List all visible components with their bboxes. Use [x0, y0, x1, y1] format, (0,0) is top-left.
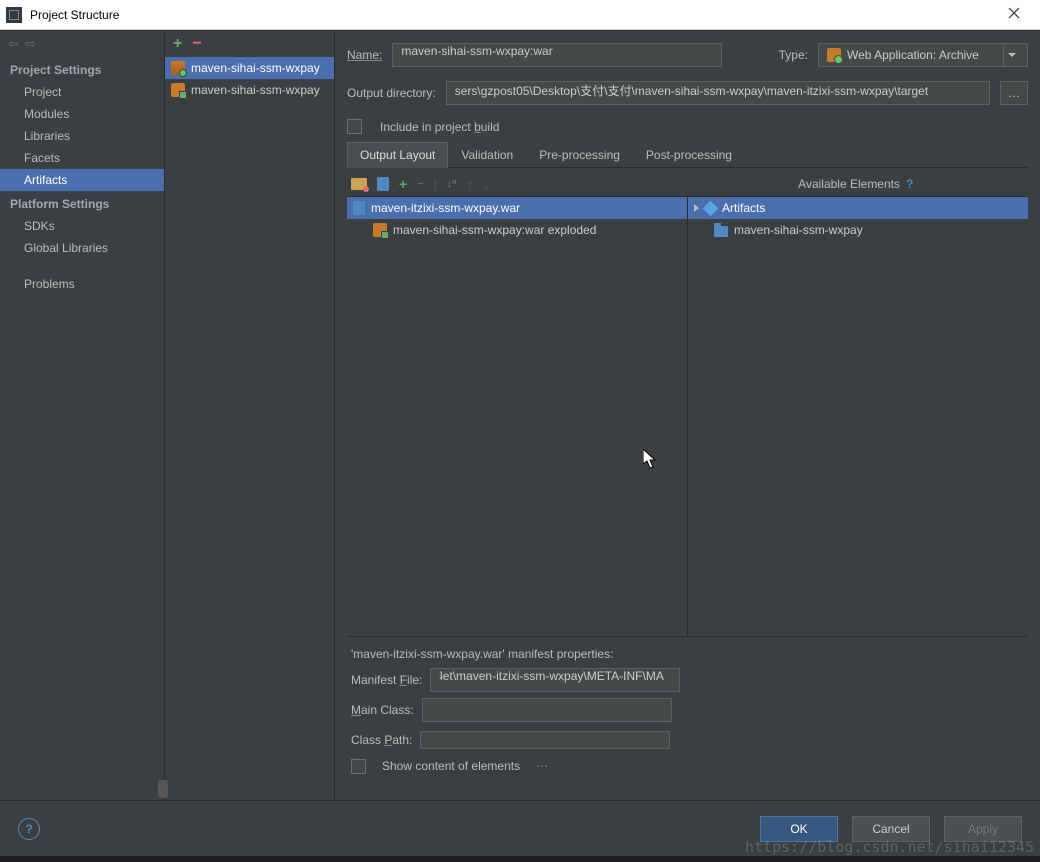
main-class-label: Main Class:	[351, 703, 414, 717]
nav-item-facets[interactable]: Facets	[0, 147, 164, 169]
window-close-button[interactable]	[994, 7, 1034, 22]
output-layout-toolbar: + − | ↓ª ↑ ↓ Available Elements ?	[347, 172, 1028, 196]
app-icon	[6, 7, 22, 23]
type-label: Type:	[779, 48, 808, 62]
sort-icon[interactable]: ↓ª	[447, 178, 457, 190]
tab-preprocessing[interactable]: Pre-processing	[526, 142, 633, 167]
available-row-label: maven-sihai-ssm-wxpay	[734, 223, 863, 237]
show-content-checkbox[interactable]	[351, 759, 366, 774]
main-class-input[interactable]	[422, 698, 672, 722]
module-icon	[714, 226, 728, 237]
cancel-button[interactable]: Cancel	[852, 816, 930, 842]
tree-row-exploded[interactable]: maven-sihai-ssm-wxpay:war exploded	[347, 219, 687, 241]
exploded-icon	[373, 223, 387, 237]
nav-item-artifacts[interactable]: Artifacts	[0, 169, 164, 191]
available-elements-tree[interactable]: Artifacts maven-sihai-ssm-wxpay	[688, 197, 1028, 636]
available-elements-label: Available Elements	[798, 177, 900, 191]
include-build-label: Include in project build	[380, 120, 499, 134]
nav-item-problems[interactable]: Problems	[0, 273, 164, 295]
apply-button[interactable]: Apply	[944, 816, 1022, 842]
move-down-icon[interactable]: ↓	[483, 177, 490, 192]
expand-icon[interactable]	[694, 204, 699, 212]
nav-group-project-settings: Project Settings	[0, 57, 164, 81]
titlebar: Project Structure	[0, 0, 1040, 30]
dialog-body: ⇦ ⇨ Project Settings Project Modules Lib…	[0, 30, 1040, 800]
tab-output-layout[interactable]: Output Layout	[347, 142, 448, 168]
new-folder-icon[interactable]	[351, 178, 367, 190]
manifest-file-input[interactable]: ʇet\maven-itzixi-ssm-wxpay\META-INF\MA	[430, 668, 680, 692]
browse-outdir-button[interactable]: …	[1000, 81, 1028, 105]
remove-artifact-button[interactable]: −	[192, 35, 201, 53]
ellipsis-icon[interactable]: ⋯	[536, 759, 548, 773]
archive-icon	[353, 201, 365, 215]
tree-row-label: maven-sihai-ssm-wxpay:war exploded	[393, 223, 596, 237]
manifest-panel: 'maven-itzixi-ssm-wxpay.war' manifest pr…	[347, 636, 1028, 777]
artifact-toolbar: + −	[165, 31, 334, 57]
manifest-file-label: Manifest File:	[351, 673, 422, 687]
available-row-label: Artifacts	[722, 201, 765, 215]
nav-forward-icon[interactable]: ⇨	[25, 36, 36, 52]
dialog-button-bar: ? OK Cancel Apply	[0, 800, 1040, 856]
nav-scrollbar[interactable]	[158, 780, 168, 798]
tab-postprocessing[interactable]: Post-processing	[633, 142, 745, 167]
class-path-label: Class Path:	[351, 733, 412, 747]
artifact-row-exploded[interactable]: maven-sihai-ssm-wxpay	[165, 79, 334, 101]
artifact-type-value: Web Application: Archive	[847, 48, 979, 62]
war-icon	[171, 61, 185, 75]
artifacts-group-icon	[703, 200, 719, 216]
artifact-list-pane: + − maven-sihai-ssm-wxpay maven-sihai-ss…	[165, 31, 335, 800]
nav-item-sdks[interactable]: SDKs	[0, 215, 164, 237]
outdir-label: Output directory:	[347, 86, 436, 100]
manifest-header: 'maven-itzixi-ssm-wxpay.war' manifest pr…	[351, 643, 1024, 665]
show-content-label: Show content of elements	[382, 759, 520, 773]
help-button[interactable]: ?	[18, 818, 40, 840]
available-module[interactable]: maven-sihai-ssm-wxpay	[688, 219, 1028, 241]
artifact-type-select[interactable]: Web Application: Archive	[818, 43, 1028, 67]
artifact-row-war[interactable]: maven-sihai-ssm-wxpay	[165, 57, 334, 79]
artifact-detail-pane: Name: maven-sihai-ssm-wxpay:war Type: We…	[335, 31, 1040, 800]
class-path-input[interactable]	[420, 731, 670, 749]
nav-toolbar: ⇦ ⇨	[0, 31, 164, 57]
output-layout-panes: maven-itzixi-ssm-wxpay.war maven-sihai-s…	[347, 196, 1028, 636]
output-tree[interactable]: maven-itzixi-ssm-wxpay.war maven-sihai-s…	[347, 197, 688, 636]
artifact-name-input[interactable]: maven-sihai-ssm-wxpay:war	[392, 43, 722, 67]
tree-row-label: maven-itzixi-ssm-wxpay.war	[371, 201, 520, 215]
ok-button[interactable]: OK	[760, 816, 838, 842]
nav-item-modules[interactable]: Modules	[0, 103, 164, 125]
move-up-icon[interactable]: ↑	[466, 177, 473, 192]
nav-item-libraries[interactable]: Libraries	[0, 125, 164, 147]
nav-back-icon[interactable]: ⇦	[8, 36, 19, 52]
nav-item-project[interactable]: Project	[0, 81, 164, 103]
help-icon[interactable]: ?	[906, 177, 913, 191]
name-label: Name:	[347, 48, 382, 62]
tab-validation[interactable]: Validation	[448, 142, 526, 167]
new-archive-icon[interactable]	[377, 177, 389, 191]
chevron-down-icon	[1003, 44, 1019, 66]
tree-row-archive[interactable]: maven-itzixi-ssm-wxpay.war	[347, 197, 687, 219]
output-directory-input[interactable]: sers\gzpost05\Desktop\支付\支付\maven-sihai-…	[446, 81, 990, 105]
add-artifact-button[interactable]: +	[173, 35, 182, 53]
window-title: Project Structure	[30, 8, 119, 22]
add-copy-icon[interactable]: +	[399, 176, 407, 192]
remove-icon[interactable]: −	[417, 178, 423, 190]
available-group-artifacts[interactable]: Artifacts	[688, 197, 1028, 219]
artifact-tabs: Output Layout Validation Pre-processing …	[347, 142, 1028, 168]
settings-nav: ⇦ ⇨ Project Settings Project Modules Lib…	[0, 31, 165, 800]
archive-type-icon	[827, 48, 841, 62]
include-build-checkbox[interactable]	[347, 119, 362, 134]
artifact-row-label: maven-sihai-ssm-wxpay	[191, 83, 320, 97]
artifact-row-label: maven-sihai-ssm-wxpay	[191, 61, 320, 75]
nav-item-global-libraries[interactable]: Global Libraries	[0, 237, 164, 259]
nav-group-platform-settings: Platform Settings	[0, 191, 164, 215]
exploded-icon	[171, 83, 185, 97]
